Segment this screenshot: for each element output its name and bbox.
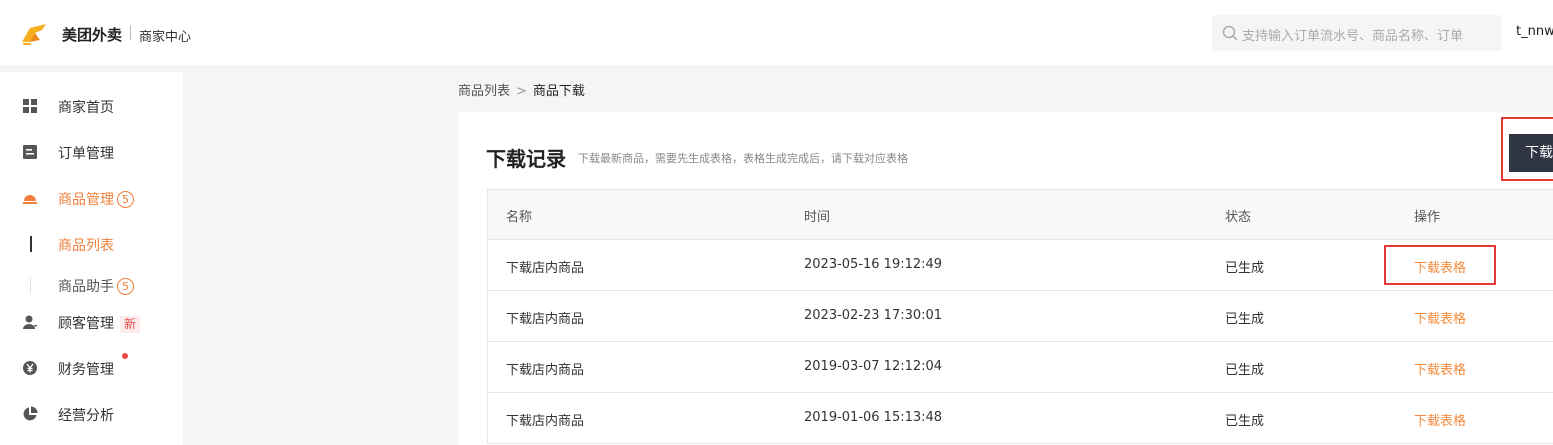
table-row: 下载店内商品 2019-03-07 12:12:04 已生成 下载表格 (488, 342, 1553, 393)
row-status: 已生成 (1225, 363, 1265, 378)
sidebar-item-analytics[interactable]: 经营分析 (0, 394, 183, 434)
breadcrumb-parent[interactable]: 商品列表 (458, 84, 510, 99)
order-icon (23, 145, 37, 159)
sidebar-subitem-product-assistant[interactable]: 商品助手 5 (0, 265, 183, 305)
sidebar-item-label: 商家首页 (58, 100, 114, 116)
column-header-time: 时间 (804, 210, 831, 225)
row-time: 2023-02-23 17:30:01 (804, 308, 943, 323)
column-header-status: 状态 (1225, 210, 1252, 225)
sidebar-item-label: 商品助手 5 (58, 276, 134, 296)
sidebar-item-label: 订单管理 (58, 146, 114, 162)
user-account[interactable]: t_nnw (1516, 24, 1553, 39)
sidebar-item-finance[interactable]: 财务管理 (0, 348, 183, 388)
sidebar-subitem-product-list[interactable]: 商品列表 (0, 224, 183, 264)
row-name: 下载店内商品 (506, 414, 585, 429)
sidebar-item-label: 商品列表 (58, 238, 114, 254)
search-icon (1222, 25, 1238, 41)
download-records-card: 下载记录 下载最新商品，需要先生成表格，表格生成完成后，请下载对应表格 下载 名… (458, 112, 1553, 445)
page-title: 下载记录 (486, 147, 566, 171)
row-time: 2019-01-06 15:13:48 (804, 410, 943, 425)
search-placeholder: 支持输入订单流水号、商品名称、订单 (1242, 29, 1464, 44)
sub-indicator (30, 277, 31, 293)
brand-name: 美团外卖 (62, 26, 123, 44)
new-tag: 新 (120, 316, 141, 333)
sidebar-item-products[interactable]: 商品管理 5 (0, 178, 183, 218)
download-table-link[interactable]: 下载表格 (1414, 308, 1466, 327)
table-row: 下载店内商品 2023-05-16 19:12:49 已生成 下载表格 (488, 240, 1553, 291)
breadcrumb: 商品列表 > 商品下载 (458, 80, 585, 99)
column-header-name: 名称 (506, 210, 533, 225)
dish-icon (23, 195, 37, 204)
download-table-link[interactable]: 下载表格 (1414, 410, 1466, 429)
user-icon (23, 315, 37, 329)
sidebar-item-label: 顾客管理新 (58, 313, 141, 333)
sidebar-item-customers[interactable]: 顾客管理新 (0, 302, 183, 342)
highlight-box-download-link (1384, 245, 1496, 285)
download-table-link[interactable]: 下载表格 (1414, 359, 1466, 378)
notification-dot (122, 353, 128, 359)
table-row: 下载店内商品 2023-02-23 17:30:01 已生成 下载表格 (488, 291, 1553, 342)
sidebar-item-label: 财务管理 (58, 362, 114, 378)
sidebar-item-home[interactable]: 商家首页 (0, 86, 183, 126)
sidebar-item-label: 商品管理 5 (58, 189, 134, 209)
pie-icon (23, 406, 38, 421)
page-hint: 下载最新商品，需要先生成表格，表格生成完成后，请下载对应表格 (578, 152, 908, 165)
yen-icon (23, 361, 37, 375)
row-name: 下载店内商品 (506, 261, 585, 276)
brand-subtitle: 商家中心 (139, 30, 192, 45)
row-status: 已生成 (1225, 312, 1265, 327)
brand-divider (130, 25, 131, 40)
active-indicator (30, 236, 32, 252)
top-header: 美团外卖 商家中心 支持输入订单流水号、商品名称、订单 t_nnw (0, 0, 1553, 67)
chevron-right-icon: > (516, 84, 527, 99)
grid-icon (23, 99, 37, 113)
column-header-action: 操作 (1414, 210, 1441, 225)
breadcrumb-current: 商品下载 (532, 84, 585, 99)
count-badge: 5 (117, 191, 134, 208)
table-row: 下载店内商品 2019-01-06 15:13:48 已生成 下载表格 (488, 393, 1553, 443)
search-input[interactable]: 支持输入订单流水号、商品名称、订单 (1212, 15, 1502, 51)
row-name: 下载店内商品 (506, 312, 585, 327)
sidebar-item-orders[interactable]: 订单管理 (0, 132, 183, 172)
table-header-row: 名称 时间 状态 操作 (488, 190, 1553, 240)
row-status: 已生成 (1225, 414, 1265, 429)
row-time: 2019-03-07 12:12:04 (804, 359, 943, 374)
row-status: 已生成 (1225, 261, 1265, 276)
kangaroo-logo-icon[interactable] (20, 22, 48, 46)
count-badge: 5 (117, 278, 134, 295)
records-table: 名称 时间 状态 操作 下载店内商品 2023-05-16 19:12:49 已… (487, 189, 1553, 444)
sidebar-item-label: 经营分析 (58, 408, 114, 424)
row-time: 2023-05-16 19:12:49 (804, 257, 943, 272)
highlight-box-download-button (1501, 117, 1553, 181)
row-name: 下载店内商品 (506, 363, 585, 378)
sidebar: 商家首页 订单管理 商品管理 5 商品列表 商品助手 5 顾客管理新 财务管理 … (0, 72, 183, 445)
